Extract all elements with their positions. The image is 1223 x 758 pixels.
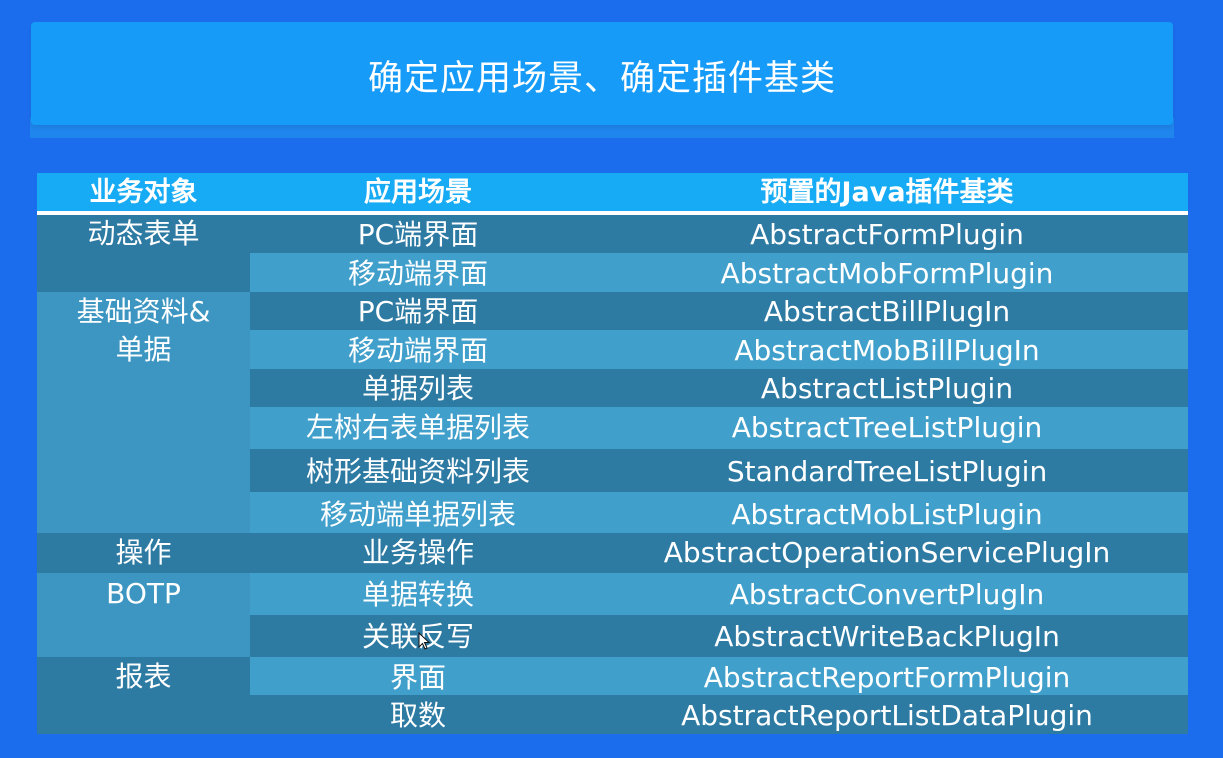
title-banner: 确定应用场景、确定插件基类 [31,22,1173,125]
scene-cell: 左树右表单据列表 [305,411,530,444]
plugin-cell: AbstractOperationServicePlugIn [663,536,1111,569]
slide-title: 确定应用场景、确定插件基类 [367,59,836,99]
scene-cell: 移动端界面 [347,334,488,367]
plugin-cell: AbstractMobBillPlugIn [734,334,1040,367]
scene-cell: PC端界面 [357,295,479,328]
table-header: 业务对象 应用场景 预置的Java插件基类 [37,173,1188,215]
header-scene: 应用场景 [364,177,472,208]
plugin-cell: AbstractListPlugin [760,372,1014,405]
group-label-operation: 操作 [115,536,172,569]
plugin-table: 业务对象 应用场景 预置的Java插件基类 动态表单 基础资料& 单据 操作 B… [37,173,1188,734]
plugin-cell: AbstractMobFormPlugin [720,257,1054,290]
plugin-cell: StandardTreeListPlugin [726,455,1048,488]
mouse-pointer-icon [418,632,430,650]
scene-cell: 界面 [389,661,446,694]
plugin-cell: AbstractBillPlugIn [763,295,1011,328]
scene-cell: 移动端单据列表 [319,498,516,531]
plugin-cell: AbstractConvertPlugIn [729,578,1045,611]
header-business-object: 业务对象 [89,177,198,208]
plugin-cell: AbstractReportListDataPlugin [681,699,1093,732]
plugin-cell: AbstractFormPlugin [750,218,1024,251]
group-label-basedata-bill: 基础资料& [76,295,211,328]
plugin-cell: AbstractReportFormPlugin [703,661,1071,694]
scene-cell: 业务操作 [361,536,474,569]
plugin-cell: AbstractMobListPlugin [731,498,1043,531]
group-label-report: 报表 [115,660,172,693]
plugin-cell: AbstractTreeListPlugin [731,411,1043,444]
scene-cell: 移动端界面 [347,257,488,290]
scene-cell: 取数 [389,699,446,732]
group-label-botp: BOTP [106,577,181,610]
plugin-cell: AbstractWriteBackPlugIn [714,620,1060,653]
group-label-basedata-bill-2: 单据 [115,333,172,366]
header-plugin-class: 预置的Java插件基类 [760,177,1014,208]
scene-cell: 单据转换 [361,578,474,611]
scene-cell: 单据列表 [361,372,474,405]
scene-cell: PC端界面 [357,218,479,251]
scene-cell: 树形基础资料列表 [305,455,530,488]
group-label-dynamic-form: 动态表单 [87,217,200,250]
